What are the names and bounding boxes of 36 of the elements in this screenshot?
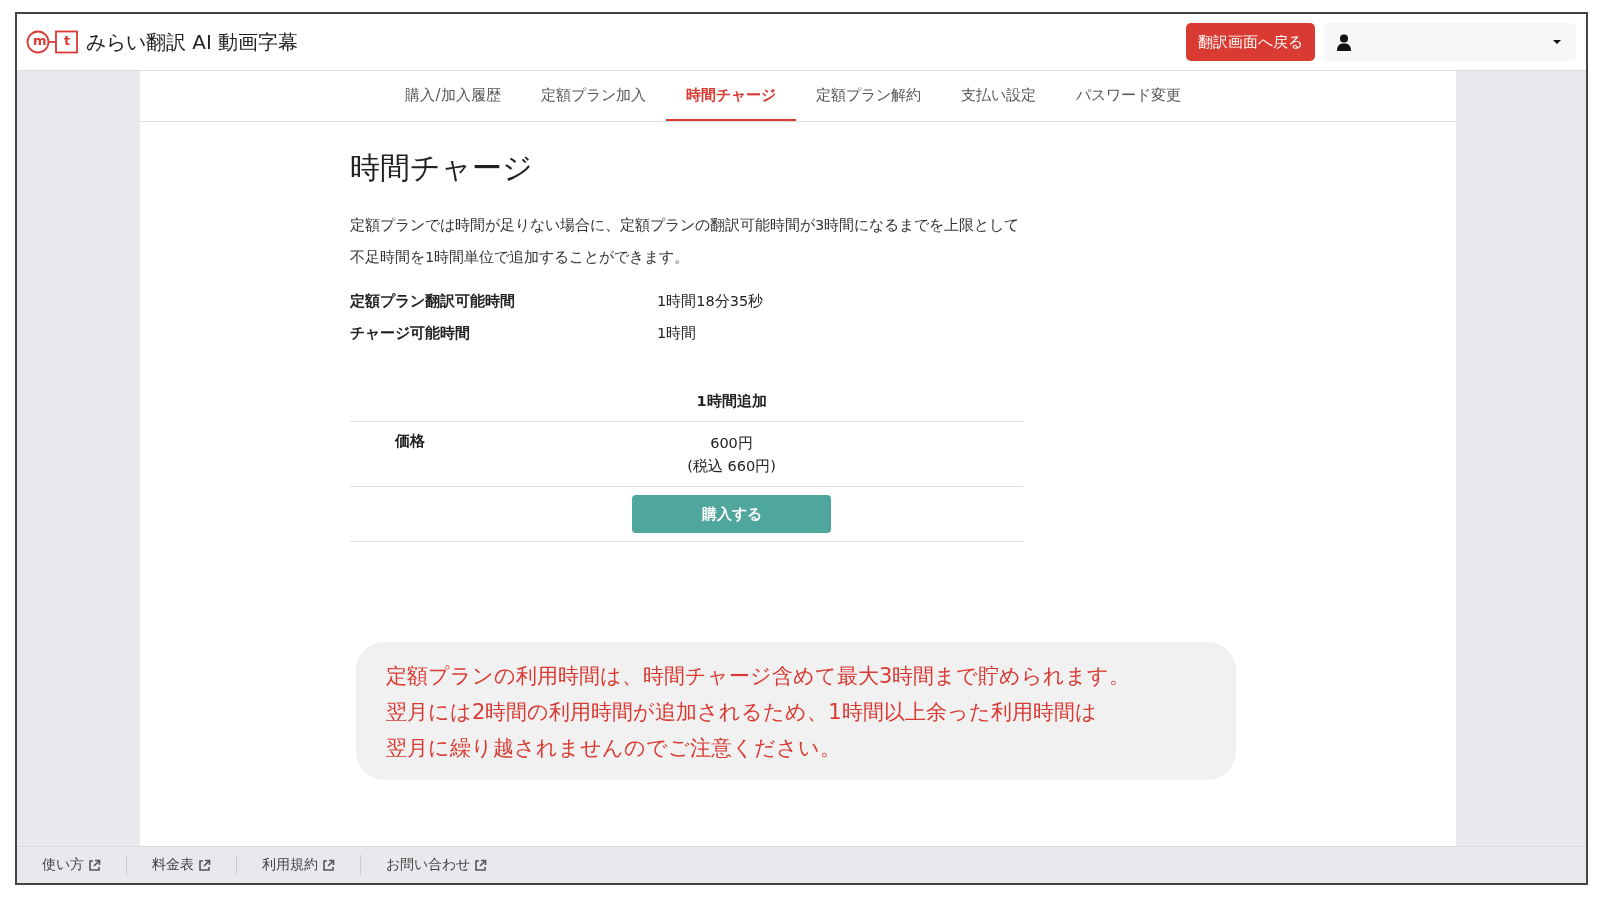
info-label: 定額プラン翻訳可能時間 [350, 291, 516, 311]
notice-text: 翌月に繰り越されませんのでご注意ください。 [386, 735, 842, 762]
info-value: 1時間 [657, 323, 697, 343]
tab[interactable]: 定額プラン加入 [520, 71, 666, 121]
tab[interactable]: 時間チャージ [665, 71, 796, 121]
footer-link[interactable]: お問い合わせ [386, 856, 487, 874]
price-with-tax: (税込 660円) [687, 457, 776, 476]
back-to-translation-button[interactable]: 翻訳画面へ戻る [1186, 23, 1315, 61]
footer-link[interactable]: 料金表 [152, 856, 211, 874]
logo-letter: t [64, 32, 71, 48]
page-title: 時間チャージ [350, 149, 534, 187]
tab[interactable]: 支払い設定 [940, 71, 1056, 121]
tab[interactable]: 定額プラン解約 [795, 71, 941, 121]
info-value: 1時間18分35秒 [657, 291, 764, 311]
description-text: 定額プランでは時間が足りない場合に、定額プランの翻訳可能時間が3時間になるまでを上限として [350, 216, 1021, 235]
info-label: チャージ可能時間 [350, 323, 471, 343]
notice-text: 翌月には2時間の利用時間が追加されるため、1時間以上余った利用時間は [386, 699, 1098, 726]
caret-icon [1552, 39, 1562, 45]
plan-heading: 1時間追加 [696, 391, 767, 411]
tab[interactable]: パスワード変更 [1055, 71, 1201, 121]
external-link-icon [474, 858, 487, 872]
user-icon [1336, 33, 1352, 51]
app-name: みらい翻訳 AI 動画字幕 [86, 28, 299, 56]
external-link-icon [322, 858, 335, 872]
external-link-icon [198, 858, 211, 872]
logo-letter: m [33, 32, 47, 48]
description-text: 不足時間を1時間単位で追加することができます。 [350, 248, 691, 267]
external-link-icon [88, 858, 101, 872]
user-menu-dropdown[interactable] [1324, 23, 1576, 61]
price-label: 価格 [395, 433, 425, 449]
notice-text: 定額プランの利用時間は、時間チャージ含めて最大3時間まで貯められます。 [386, 663, 1132, 690]
price-value: 600円 [710, 434, 753, 453]
footer-link[interactable]: 利用規約 [262, 856, 335, 874]
footer-link[interactable]: 使い方 [42, 856, 101, 874]
logo-icon [26, 29, 80, 55]
tab[interactable]: 購入/加入履歴 [385, 71, 521, 121]
